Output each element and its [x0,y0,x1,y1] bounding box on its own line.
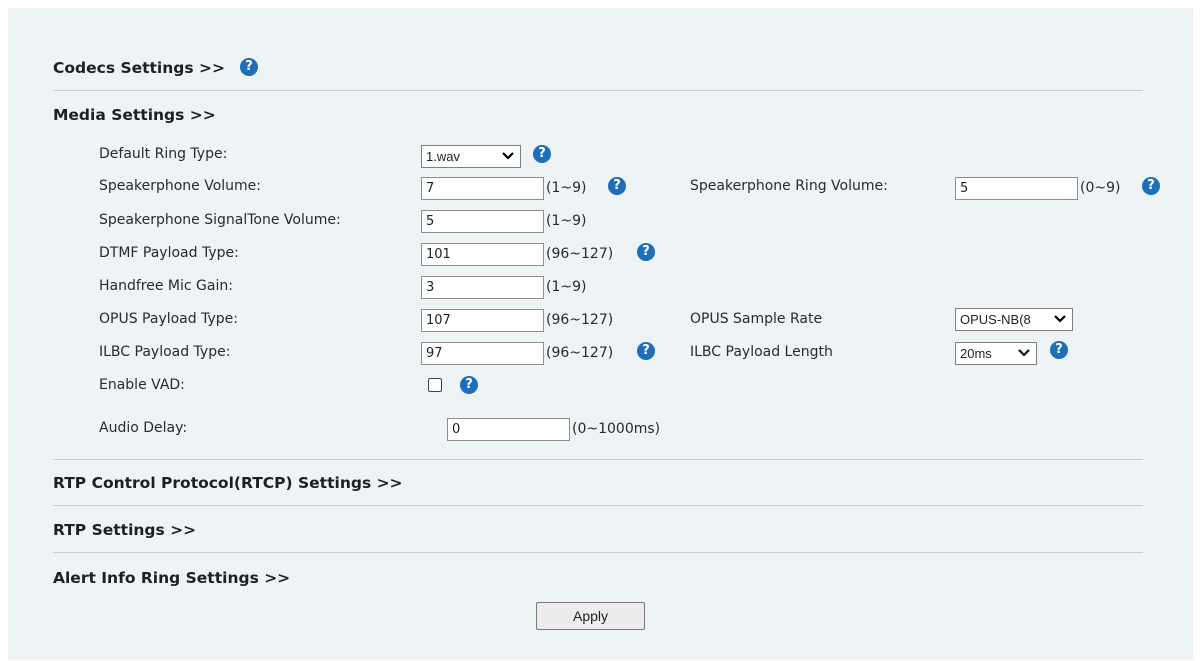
speakerphone-volume-label: Speakerphone Volume: [99,178,261,194]
default-ring-type-select[interactable]: 1.wav [421,145,521,168]
opus-payload-type-range: (96~127) [546,312,614,328]
default-ring-help-icon[interactable]: ? [533,145,551,163]
ilbc-payload-length-select[interactable]: 20ms [955,342,1037,365]
separator [53,90,1143,91]
dtmf-payload-type-label: DTMF Payload Type: [99,245,239,261]
speakerphone-volume-help-icon[interactable]: ? [608,177,626,195]
ilbc-payload-length-help-icon[interactable]: ? [1050,341,1068,359]
enable-vad-help-icon[interactable]: ? [460,376,478,394]
chevron-down-icon [1018,349,1030,357]
handfree-mic-gain-label: Handfree Mic Gain: [99,278,233,294]
speakerphone-ring-volume-range: (0~9) [1080,180,1121,196]
speakerphone-volume-range: (1~9) [546,180,587,196]
opus-sample-rate-label: OPUS Sample Rate [690,311,823,327]
dtmf-payload-type-input[interactable]: 101 [421,243,544,266]
opus-sample-rate-value: OPUS-NB(8 [960,312,1031,327]
audio-delay-label: Audio Delay: [99,420,188,436]
enable-vad-label: Enable VAD: [99,377,185,393]
ilbc-payload-type-input[interactable]: 97 [421,342,544,365]
chevron-down-icon [1053,312,1067,326]
ilbc-payload-type-label: ILBC Payload Type: [99,344,231,360]
audio-delay-range: (0~1000ms) [572,421,661,437]
default-ring-type-value: 1.wav [426,149,460,164]
separator [53,505,1143,506]
rtcp-settings-header[interactable]: RTP Control Protocol(RTCP) Settings >> [53,474,403,492]
opus-payload-type-input[interactable]: 107 [421,309,544,332]
media-settings-header[interactable]: Media Settings >> [53,106,216,124]
alert-info-ring-settings-header[interactable]: Alert Info Ring Settings >> [53,569,290,587]
dtmf-payload-type-range: (96~127) [546,246,614,262]
opus-payload-type-label: OPUS Payload Type: [99,311,238,327]
codecs-help-icon[interactable]: ? [240,58,258,76]
chevron-down-icon [502,152,514,160]
default-ring-type-label: Default Ring Type: [99,146,228,162]
rtp-settings-header[interactable]: RTP Settings >> [53,521,196,539]
audio-delay-input[interactable]: 0 [447,418,570,441]
separator [53,552,1143,553]
codecs-settings-header[interactable]: Codecs Settings >> [53,59,225,77]
speakerphone-volume-input[interactable]: 7 [421,177,544,200]
speakerphone-ring-volume-label: Speakerphone Ring Volume: [690,178,888,194]
separator [53,459,1143,460]
apply-button[interactable]: Apply [536,602,645,630]
enable-vad-checkbox[interactable] [428,378,442,392]
ilbc-payload-length-value: 20ms [960,346,992,361]
speakerphone-ring-volume-help-icon[interactable]: ? [1142,177,1160,195]
handfree-mic-gain-input[interactable]: 3 [421,276,544,299]
dtmf-help-icon[interactable]: ? [637,243,655,261]
ilbc-payload-length-label: ILBC Payload Length [690,344,833,360]
speakerphone-ring-volume-input[interactable]: 5 [955,177,1078,200]
ilbc-payload-type-help-icon[interactable]: ? [637,342,655,360]
signaltone-volume-input[interactable]: 5 [421,210,544,233]
opus-sample-rate-select[interactable]: OPUS-NB(8 [955,308,1073,331]
handfree-mic-gain-range: (1~9) [546,279,587,295]
signaltone-volume-range: (1~9) [546,213,587,229]
signaltone-volume-label: Speakerphone SignalTone Volume: [99,212,341,228]
ilbc-payload-type-range: (96~127) [546,345,614,361]
